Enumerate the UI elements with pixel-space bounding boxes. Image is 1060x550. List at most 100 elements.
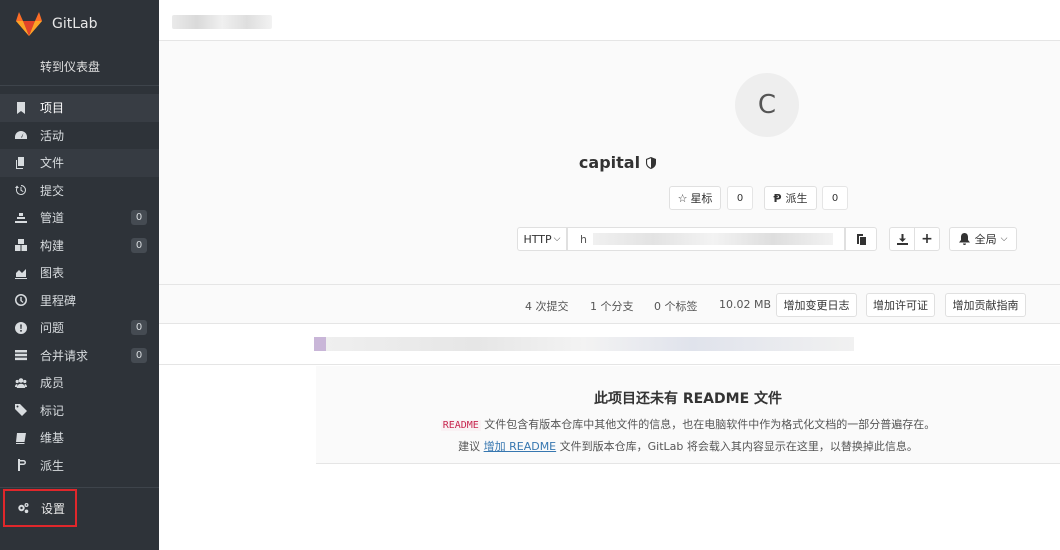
users-icon [15, 377, 27, 389]
add-license-button[interactable]: 增加许可证 [866, 293, 935, 317]
readme-info-text: 文件包含有版本仓库中其他文件的信息，也在电脑软件中作为格式化文档的一部分普遍存在… [480, 418, 936, 431]
branches-count-link[interactable]: 1 个分支 [590, 298, 634, 314]
project-title: capital [159, 153, 1060, 172]
readme-info-line: README 文件包含有版本仓库中其他文件的信息，也在电脑软件中作为格式化文档的… [316, 416, 1060, 432]
sidebar-item-milestones[interactable]: 里程碑 [0, 287, 159, 315]
sidebar-item-label: 管道 [40, 211, 65, 226]
sidebar: GitLab 转到仪表盘 项目 活动 文件 提交 管道 0 构建 0 图表 里程… [0, 0, 159, 550]
sidebar-divider [0, 487, 159, 488]
sidebar-item-label: 派生 [40, 458, 65, 473]
sidebar-item-labels[interactable]: 标记 [0, 397, 159, 425]
fork-count[interactable]: 0 [822, 186, 848, 210]
clone-url-prefix: h [580, 232, 587, 246]
tasks-icon [15, 349, 27, 361]
exclamation-circle-icon [15, 321, 27, 334]
area-chart-icon [15, 267, 27, 279]
sidebar-item-label: 成员 [40, 376, 65, 391]
sidebar-item-builds[interactable]: 构建 0 [0, 232, 159, 260]
sidebar-item-label: 设置 [41, 501, 66, 516]
sidebar-item-label: 标记 [40, 403, 65, 418]
commits-count-link[interactable]: 4 次提交 [525, 298, 569, 314]
chevron-down-icon: ⌵ [553, 234, 561, 244]
add-readme-link[interactable]: 增加 README [484, 440, 557, 453]
protocol-dropdown[interactable]: HTTP ⌵ [517, 227, 567, 251]
project-name[interactable]: capital [579, 153, 640, 172]
brand[interactable]: GitLab [0, 0, 159, 48]
breadcrumb-redacted [172, 15, 272, 29]
download-button[interactable] [889, 227, 915, 251]
tags-icon [15, 404, 27, 417]
repo-size: 10.02 MB [719, 298, 772, 311]
pipelines-count-badge: 0 [131, 210, 147, 225]
star-icon: ☆ [677, 191, 688, 205]
merge-requests-count-badge: 0 [131, 347, 147, 363]
star-label: 星标 [690, 192, 713, 205]
readme-empty-title: 此项目还未有 README 文件 [593, 391, 783, 407]
sidebar-item-graphs[interactable]: 图表 [0, 259, 159, 287]
sidebar-item-label: 问题 [40, 321, 65, 336]
readme-suggest-suffix: 文件到版本仓库，GitLab 将会载入其内容显示在这里，以替换掉此信息。 [556, 440, 918, 453]
project-header: C capital ☆ 星标 0 Ᵽ 派生 0 HTTP ⌵ h + 全局 ⌵ [159, 41, 1060, 285]
last-commit-redacted [314, 337, 854, 351]
sidebar-item-wiki[interactable]: 维基 [0, 424, 159, 452]
go-to-dashboard-link[interactable]: 转到仪表盘 [0, 48, 159, 86]
star-button[interactable]: ☆ 星标 [669, 186, 721, 210]
star-count[interactable]: 0 [727, 186, 753, 210]
fork-icon: Ᵽ [773, 191, 782, 205]
project-nav: 项目 活动 文件 提交 管道 0 构建 0 图表 里程碑 问题 0 合并请求 0… [0, 94, 159, 488]
sidebar-item-commits[interactable]: 提交 [0, 177, 159, 205]
sidebar-item-label: 合并请求 [40, 348, 89, 363]
brand-name: GitLab [52, 16, 98, 32]
sidebar-item-issues[interactable]: 问题 0 [0, 314, 159, 342]
chevron-down-icon: ⌵ [1000, 234, 1008, 244]
builds-count-badge: 0 [131, 237, 147, 253]
history-icon [15, 184, 27, 196]
issues-count-badge: 0 [131, 320, 147, 335]
sidebar-item-forks[interactable]: 派生 [0, 452, 159, 480]
bell-icon [958, 233, 970, 245]
sidebar-item-activity[interactable]: 活动 [0, 122, 159, 150]
protocol-label: HTTP [523, 232, 552, 246]
book-icon [15, 432, 27, 444]
project-avatar: C [735, 73, 799, 137]
sidebar-item-label: 项目 [40, 101, 65, 116]
sidebar-item-label: 文件 [40, 156, 65, 171]
clipboard-icon [856, 234, 866, 245]
sidebar-item-project[interactable]: 项目 [0, 94, 159, 122]
sidebar-item-label: 图表 [40, 266, 65, 281]
sidebar-item-members[interactable]: 成员 [0, 369, 159, 397]
files-icon [15, 156, 27, 169]
readme-suggest-line: 建议 增加 README 文件到版本仓库，GitLab 将会载入其内容显示在这里… [316, 438, 1060, 454]
add-contributing-button[interactable]: 增加贡献指南 [945, 293, 1026, 317]
sidebar-item-label: 里程碑 [40, 293, 77, 308]
pipeline-icon [15, 212, 27, 224]
dashboard-icon [15, 129, 27, 141]
sidebar-item-settings[interactable]: 设置 [3, 489, 77, 527]
readme-code: README [440, 420, 481, 431]
copy-url-button[interactable] [845, 227, 877, 251]
top-bar [159, 0, 1060, 41]
add-new-button[interactable]: + [914, 227, 940, 251]
tags-count-link[interactable]: 0 个标签 [654, 298, 698, 314]
notification-level-dropdown[interactable]: 全局 ⌵ [949, 227, 1017, 251]
fork-button[interactable]: Ᵽ 派生 [764, 186, 817, 210]
sidebar-item-merge-requests[interactable]: 合并请求 0 [0, 342, 159, 370]
readme-suggest-prefix: 建议 [458, 440, 484, 453]
sidebar-item-files[interactable]: 文件 [0, 149, 159, 177]
sidebar-item-label: 构建 [40, 238, 65, 253]
sidebar-item-label: 维基 [40, 431, 65, 446]
clock-icon [15, 294, 27, 307]
last-commit-row [159, 325, 1060, 365]
add-changelog-button[interactable]: 增加变更日志 [776, 293, 857, 317]
sidebar-item-pipelines[interactable]: 管道 0 [0, 204, 159, 232]
notification-level-label: 全局 [974, 233, 997, 246]
clone-url-redacted [592, 233, 833, 245]
fork-icon [15, 459, 27, 472]
gitlab-logo-icon [16, 12, 42, 36]
cubes-icon [15, 239, 27, 252]
plus-icon: + [921, 231, 933, 247]
bookmark-icon [15, 101, 27, 114]
sidebar-item-label: 活动 [40, 128, 65, 143]
readme-empty-state: 此项目还未有 README 文件 README 文件包含有版本仓库中其他文件的信… [316, 366, 1060, 464]
clone-url-input[interactable]: h [567, 227, 845, 251]
